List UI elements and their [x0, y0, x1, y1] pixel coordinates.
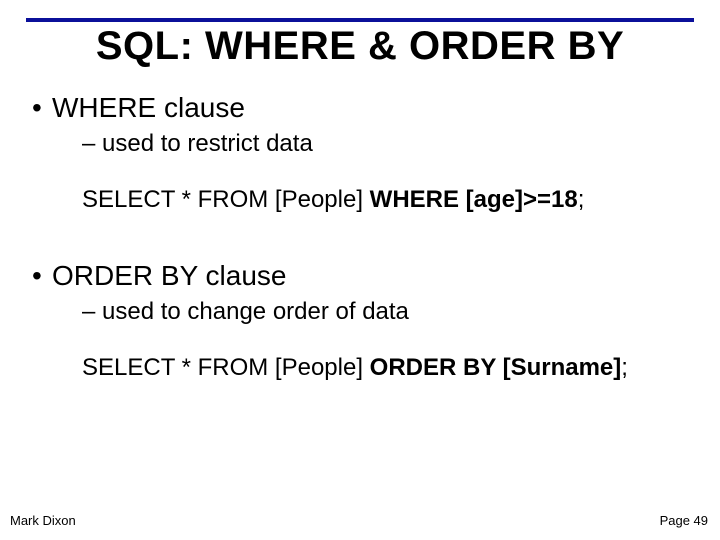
code-orderby-tail: ; — [621, 354, 628, 381]
title-rule — [26, 18, 694, 22]
code-where-plain: SELECT * FROM [People] — [82, 186, 370, 213]
bullet-dot-icon: • — [32, 260, 52, 292]
slide-body: •WHERE clause – used to restrict data SE… — [32, 92, 688, 418]
code-where: SELECT * FROM [People] WHERE [age]>=18; — [82, 186, 688, 214]
footer-author: Mark Dixon — [10, 513, 76, 528]
code-orderby-bold: ORDER BY [Surname] — [370, 354, 622, 381]
bullet-dot-icon: • — [32, 92, 52, 124]
code-where-tail: ; — [578, 186, 585, 213]
bullet-where: •WHERE clause — [32, 92, 688, 124]
slide-title: SQL: WHERE & ORDER BY — [0, 24, 720, 69]
code-where-bold: WHERE [age]>=18 — [370, 186, 578, 213]
code-orderby: SELECT * FROM [People] ORDER BY [Surname… — [82, 354, 688, 382]
bullet-orderby: •ORDER BY clause — [32, 260, 688, 292]
slide: SQL: WHERE & ORDER BY •WHERE clause – us… — [0, 0, 720, 540]
footer-page: Page 49 — [660, 513, 708, 528]
bullet-orderby-text: ORDER BY clause — [52, 260, 286, 291]
code-orderby-plain: SELECT * FROM [People] — [82, 354, 370, 381]
subbullet-where: – used to restrict data — [82, 130, 688, 158]
spacer — [32, 250, 688, 260]
subbullet-orderby: – used to change order of data — [82, 298, 688, 326]
bullet-where-text: WHERE clause — [52, 92, 245, 123]
